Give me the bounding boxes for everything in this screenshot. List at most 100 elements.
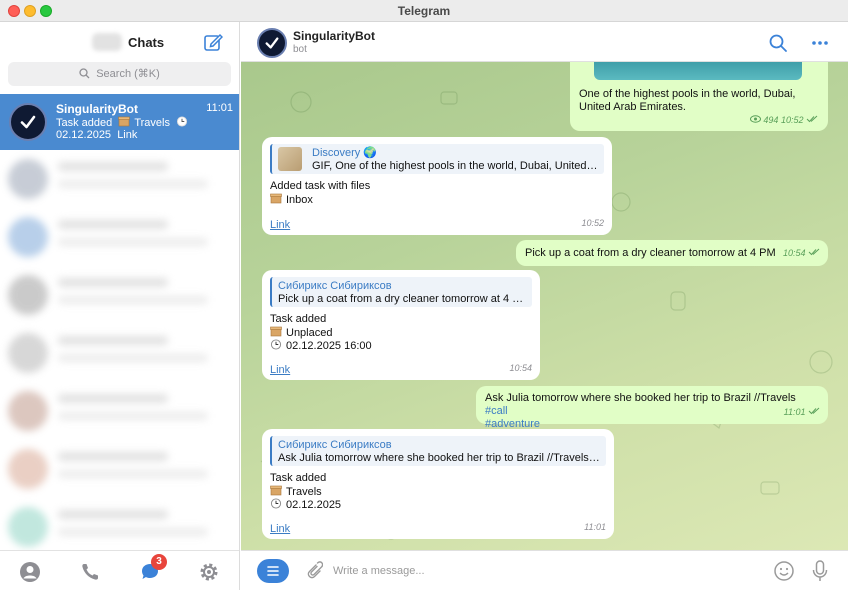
message-time: 11:01 <box>783 407 806 417</box>
attach-icon[interactable] <box>303 560 323 582</box>
chat-list-item[interactable] <box>0 208 239 266</box>
message-line: Inbox <box>270 193 313 207</box>
blurred-line <box>58 220 168 229</box>
sidebar-header: Chats <box>0 22 240 62</box>
message-outgoing[interactable]: Pick up a coat from a dry cleaner tomorr… <box>516 240 828 266</box>
message-time: 10:52 <box>581 218 604 228</box>
task-datetime: 02.12.2025 16:00 <box>286 340 372 352</box>
blurred-line <box>58 412 208 420</box>
message-line: 02.12.2025 <box>270 498 341 512</box>
contacts-icon[interactable] <box>19 561 41 583</box>
account-avatar[interactable] <box>92 33 122 51</box>
sidebar: Chats Search (⌘K) SingularityBot 11:01 T… <box>0 22 240 590</box>
message-input[interactable] <box>333 560 753 582</box>
avatar <box>8 333 48 373</box>
chat-list-item-active[interactable]: SingularityBot 11:01 Task added Travels … <box>0 94 239 150</box>
chat-list-item[interactable] <box>0 498 239 556</box>
box-icon <box>270 326 282 337</box>
reply-quote[interactable]: Discovery 🌍 GIF, One of the highest pool… <box>270 144 604 174</box>
chat-preview-link: Link <box>117 129 138 141</box>
message-meta: 10:54 <box>783 247 820 260</box>
checkmark-icon <box>265 37 279 49</box>
chat-list-item[interactable] <box>0 150 239 208</box>
message-incoming[interactable]: Discovery 🌍 GIF, One of the highest pool… <box>262 137 612 235</box>
chat-preview-category: Travels <box>134 117 170 129</box>
message-time: 10:52 <box>780 115 804 125</box>
message-link[interactable]: Link <box>270 364 290 377</box>
message-text: Pick up a coat from a dry cleaner tomorr… <box>525 247 776 259</box>
blurred-line <box>58 470 208 478</box>
chat-list-item[interactable] <box>0 440 239 498</box>
compose-icon[interactable] <box>203 32 223 52</box>
message-line: Travels <box>270 485 322 499</box>
chat-preview-line-2: 02.12.2025 Link <box>56 129 137 141</box>
blurred-line <box>58 452 168 461</box>
hashtag-link[interactable]: #call <box>485 405 508 417</box>
chat-preview-text: Task added <box>56 117 113 129</box>
blurred-line <box>58 180 208 188</box>
message-time: 10:54 <box>509 363 532 373</box>
message-list[interactable]: One of the highest pools in the world, D… <box>241 62 848 550</box>
message-outgoing[interactable]: Ask Julia tomorrow where she booked her … <box>476 386 828 430</box>
quote-author: Сибирикс Сибириксов <box>278 439 392 451</box>
read-checkmarks-icon <box>808 248 820 256</box>
avatar <box>8 449 48 489</box>
chat-time: 11:01 <box>206 102 233 114</box>
message-photo[interactable] <box>594 62 802 80</box>
checkmark-icon <box>20 115 36 129</box>
blurred-line <box>58 336 168 345</box>
chat-name: SingularityBot <box>56 102 139 116</box>
message-incoming[interactable]: Сибирикс Сибириксов Pick up a coat from … <box>262 270 540 380</box>
quote-thumbnail <box>278 147 302 171</box>
box-icon <box>270 193 282 204</box>
chat-list-item[interactable] <box>0 382 239 440</box>
message-line: Task added <box>270 313 327 325</box>
task-date: 02.12.2025 <box>286 499 342 511</box>
chat-list-item[interactable] <box>0 324 239 382</box>
blurred-line <box>58 278 168 287</box>
search-input[interactable]: Search (⌘K) <box>8 62 231 86</box>
more-options-icon[interactable] <box>810 33 830 53</box>
quote-text: GIF, One of the highest pools in the wor… <box>312 160 598 172</box>
chat-list-item[interactable] <box>0 266 239 324</box>
box-icon <box>118 116 131 127</box>
message-text: One of the highest pools in the world, D… <box>579 88 796 113</box>
message-link[interactable]: Link <box>270 219 290 232</box>
task-category: Travels <box>286 486 322 498</box>
bot-avatar[interactable] <box>257 28 287 58</box>
quote-author: Discovery 🌍 <box>312 147 378 159</box>
message-link[interactable]: Link <box>270 523 290 536</box>
blurred-line <box>58 238 208 246</box>
message-outgoing[interactable]: One of the highest pools in the world, D… <box>570 62 828 131</box>
window-title: Telegram <box>397 4 451 18</box>
blurred-line <box>58 528 208 536</box>
blurred-line <box>58 394 168 403</box>
message-time: 11:01 <box>584 522 606 532</box>
settings-icon[interactable] <box>198 561 220 583</box>
views-icon <box>749 115 761 123</box>
emoji-icon[interactable] <box>773 560 795 582</box>
menu-icon <box>267 566 279 576</box>
clock-icon <box>270 498 282 509</box>
reply-quote[interactable]: Сибирикс Сибириксов Ask Julia tomorrow w… <box>270 436 606 466</box>
message-composer <box>241 550 848 590</box>
blurred-line <box>58 162 168 171</box>
box-icon <box>270 485 282 496</box>
avatar <box>8 507 48 547</box>
message-line: 02.12.2025 16:00 <box>270 339 372 353</box>
message-line: Added task with files <box>270 180 371 192</box>
search-icon <box>79 68 90 79</box>
message-incoming[interactable]: Сибирикс Сибириксов Ask Julia tomorrow w… <box>262 429 614 539</box>
chat-header-name[interactable]: SingularityBot <box>293 29 375 43</box>
clock-icon <box>270 339 282 350</box>
message-body: Ask Julia tomorrow where she booked her … <box>485 392 796 404</box>
sidebar-bottom-bar: 3 <box>0 550 239 590</box>
search-icon[interactable] <box>768 33 788 53</box>
reply-quote[interactable]: Сибирикс Сибириксов Pick up a coat from … <box>270 277 532 307</box>
chats-title: Chats <box>128 35 165 50</box>
microphone-icon[interactable] <box>811 559 829 583</box>
bot-menu-button[interactable] <box>257 559 289 583</box>
quote-text: Ask Julia tomorrow where she booked her … <box>278 452 600 464</box>
task-category: Inbox <box>286 194 313 206</box>
calls-icon[interactable] <box>79 561 101 583</box>
